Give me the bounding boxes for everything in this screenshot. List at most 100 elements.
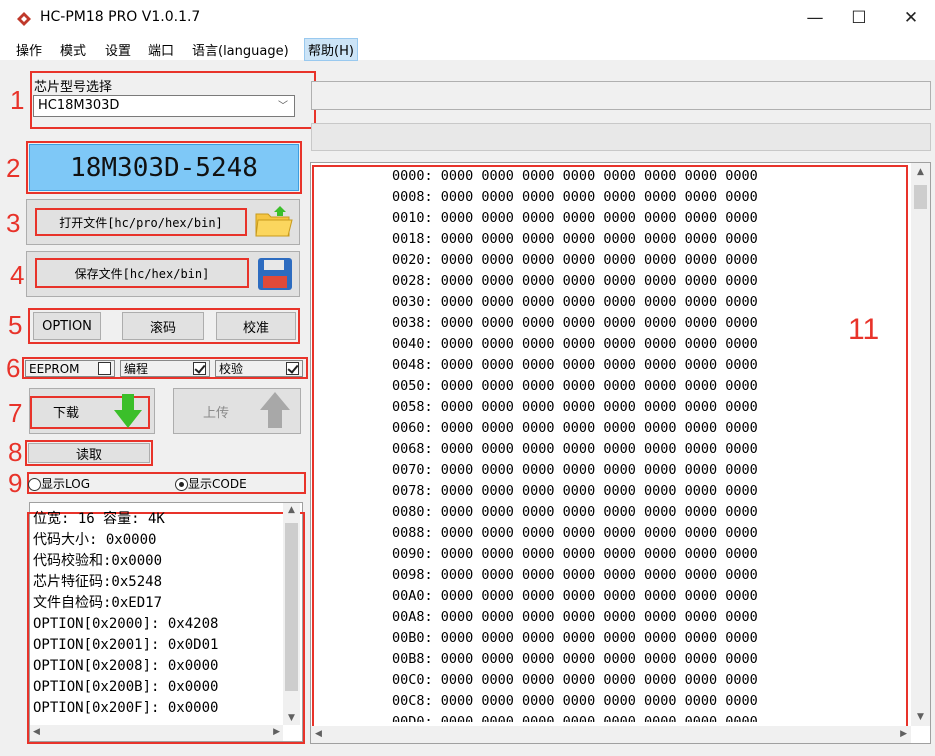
scroll-left-icon[interactable]: ◀ bbox=[33, 727, 40, 737]
verify-checkbox[interactable]: 校验 bbox=[215, 360, 303, 377]
scroll-code-button[interactable]: 滚码 bbox=[122, 312, 204, 340]
hex-row: 00D0: 0000 0000 0000 0000 0000 0000 0000… bbox=[392, 714, 758, 722]
menu-port[interactable]: 端口 bbox=[145, 39, 177, 60]
chip-id-banner: 18M303D-5248 bbox=[29, 144, 299, 191]
hex-row: 0078: 0000 0000 0000 0000 0000 0000 0000… bbox=[392, 483, 758, 499]
log-line: OPTION[0x200B]: 0x0000 bbox=[33, 679, 219, 695]
hex-row: 0068: 0000 0000 0000 0000 0000 0000 0000… bbox=[392, 441, 758, 457]
hex-row: 0010: 0000 0000 0000 0000 0000 0000 0000… bbox=[392, 210, 758, 226]
menu-mode[interactable]: 模式 bbox=[57, 39, 89, 60]
log-line: OPTION[0x2001]: 0x0D01 bbox=[33, 637, 219, 653]
scroll-up-icon[interactable]: ▲ bbox=[283, 505, 300, 515]
chip-model-value: HC18M303D bbox=[38, 98, 120, 113]
calibrate-button[interactable]: 校准 bbox=[216, 312, 296, 340]
hex-row: 0058: 0000 0000 0000 0000 0000 0000 0000… bbox=[392, 399, 758, 415]
hex-row: 0020: 0000 0000 0000 0000 0000 0000 0000… bbox=[392, 252, 758, 268]
eeprom-check-box[interactable] bbox=[98, 362, 111, 375]
program-checkbox[interactable]: 编程 bbox=[120, 360, 210, 377]
log-line: 代码大小: 0x0000 bbox=[33, 532, 157, 548]
status-bar-top bbox=[311, 81, 931, 110]
eeprom-checkbox[interactable]: EEPROM bbox=[25, 360, 115, 377]
scroll-down-icon[interactable]: ▼ bbox=[283, 713, 300, 723]
annotation-5: 5 bbox=[8, 310, 23, 340]
open-file-label: 打开文件[hc/pro/hex/bin] bbox=[59, 215, 223, 230]
hex-row: 00C0: 0000 0000 0000 0000 0000 0000 0000… bbox=[392, 672, 758, 688]
hex-row: 0050: 0000 0000 0000 0000 0000 0000 0000… bbox=[392, 378, 758, 394]
annotation-2: 2 bbox=[6, 153, 21, 183]
download-arrow-icon bbox=[114, 394, 142, 428]
annotation-1: 1 bbox=[10, 85, 25, 115]
menu-help[interactable]: 帮助(H) bbox=[304, 38, 358, 61]
program-label: 编程 bbox=[124, 362, 149, 376]
hex-row: 00A0: 0000 0000 0000 0000 0000 0000 0000… bbox=[392, 588, 758, 604]
menu-settings[interactable]: 设置 bbox=[102, 39, 134, 60]
annotation-7: 7 bbox=[8, 398, 23, 428]
annotation-3: 3 bbox=[6, 208, 21, 238]
scroll-down-icon[interactable]: ▼ bbox=[911, 712, 930, 722]
verify-check-box[interactable] bbox=[286, 362, 299, 375]
hex-row: 0040: 0000 0000 0000 0000 0000 0000 0000… bbox=[392, 336, 758, 352]
program-check-box[interactable] bbox=[193, 362, 206, 375]
app-logo-icon bbox=[17, 12, 31, 26]
hex-vertical-scrollbar[interactable]: ▲ ▼ bbox=[911, 163, 930, 726]
scroll-right-icon[interactable]: ▶ bbox=[273, 727, 280, 737]
maximize-button[interactable]: ☐ bbox=[842, 4, 876, 32]
menu-bar bbox=[0, 36, 935, 60]
log-line: OPTION[0x2000]: 0x4208 bbox=[33, 616, 219, 632]
hex-dump: 0000: 0000 0000 0000 0000 0000 0000 0000… bbox=[392, 166, 832, 722]
hex-row: 0038: 0000 0000 0000 0000 0000 0000 0000… bbox=[392, 315, 758, 331]
hex-row: 00B0: 0000 0000 0000 0000 0000 0000 0000… bbox=[392, 630, 758, 646]
show-code-radio[interactable]: 显示CODE bbox=[175, 475, 247, 492]
verify-label: 校验 bbox=[219, 362, 244, 376]
annotation-11: 11 bbox=[848, 313, 880, 346]
hex-row: 0080: 0000 0000 0000 0000 0000 0000 0000… bbox=[392, 504, 758, 520]
show-code-radio-dot[interactable] bbox=[175, 478, 188, 491]
scroll-right-icon[interactable]: ▶ bbox=[900, 729, 907, 739]
annotation-box-3: 打开文件[hc/pro/hex/bin] bbox=[35, 208, 247, 236]
read-button[interactable]: 读取 bbox=[28, 443, 150, 463]
scroll-left-icon[interactable]: ◀ bbox=[315, 729, 322, 739]
hex-row: 00B8: 0000 0000 0000 0000 0000 0000 0000… bbox=[392, 651, 758, 667]
show-log-label: 显示LOG bbox=[41, 477, 91, 491]
hex-row: 0098: 0000 0000 0000 0000 0000 0000 0000… bbox=[392, 567, 758, 583]
log-line: 代码校验和:0x0000 bbox=[33, 553, 163, 569]
eeprom-label: EEPROM bbox=[29, 361, 80, 376]
log-line: OPTION[0x200F]: 0x0000 bbox=[33, 700, 219, 716]
log-line: OPTION[0x2008]: 0x0000 bbox=[33, 658, 219, 674]
close-button[interactable]: ✕ bbox=[894, 4, 928, 32]
menu-operate[interactable]: 操作 bbox=[13, 39, 45, 60]
hex-row: 00A8: 0000 0000 0000 0000 0000 0000 0000… bbox=[392, 609, 758, 625]
scroll-up-icon[interactable]: ▲ bbox=[911, 167, 930, 177]
show-log-radio[interactable]: 显示LOG bbox=[28, 475, 90, 492]
annotation-box-4: 保存文件[hc/hex/bin] bbox=[35, 258, 249, 288]
log-line: 芯片特征码:0x5248 bbox=[33, 574, 163, 590]
menu-language[interactable]: 语言(language) bbox=[189, 39, 292, 60]
window-title: HC-PM18 PRO V1.0.1.7 bbox=[40, 9, 201, 25]
hex-horizontal-scrollbar[interactable]: ◀ ▶ bbox=[311, 726, 911, 743]
annotation-9: 9 bbox=[8, 468, 23, 498]
annotation-4: 4 bbox=[10, 260, 25, 290]
chip-model-select[interactable]: HC18M303D ﹀ bbox=[33, 95, 295, 117]
hex-row: 0018: 0000 0000 0000 0000 0000 0000 0000… bbox=[392, 231, 758, 247]
log-line: 文件自检码:0xED17 bbox=[33, 595, 163, 611]
progress-bar bbox=[311, 123, 931, 151]
floppy-disk-icon bbox=[258, 258, 292, 290]
option-button[interactable]: OPTION bbox=[33, 312, 101, 340]
hex-scroll-thumb[interactable] bbox=[914, 185, 927, 209]
save-file-label: 保存文件[hc/hex/bin] bbox=[74, 266, 210, 281]
upload-arrow-icon bbox=[260, 392, 290, 428]
annotation-8: 8 bbox=[8, 437, 23, 467]
hex-row: 0070: 0000 0000 0000 0000 0000 0000 0000… bbox=[392, 462, 758, 478]
minimize-button[interactable]: — bbox=[798, 4, 832, 32]
folder-icon bbox=[255, 206, 293, 237]
hex-row: 0060: 0000 0000 0000 0000 0000 0000 0000… bbox=[392, 420, 758, 436]
log-horizontal-scrollbar[interactable]: ◀ ▶ bbox=[30, 725, 283, 741]
log-scroll-thumb[interactable] bbox=[285, 523, 298, 691]
hex-row: 0088: 0000 0000 0000 0000 0000 0000 0000… bbox=[392, 525, 758, 541]
chip-select-label: 芯片型号选择 bbox=[34, 80, 113, 95]
log-text: 位宽: 16 容量: 4K 代码大小: 0x0000 代码校验和:0x0000 … bbox=[33, 509, 283, 721]
show-log-radio-dot[interactable] bbox=[28, 478, 41, 491]
hex-row: 0030: 0000 0000 0000 0000 0000 0000 0000… bbox=[392, 294, 758, 310]
upload-label: 上传 bbox=[202, 405, 229, 421]
log-vertical-scrollbar[interactable]: ▲ ▼ bbox=[283, 503, 300, 725]
